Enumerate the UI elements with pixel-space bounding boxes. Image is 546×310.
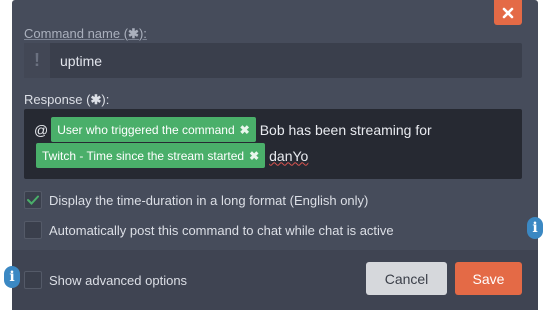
option-label: Automatically post this command to chat … (49, 222, 394, 238)
required-mark: ✱ (90, 92, 102, 107)
cancel-button[interactable]: Cancel (366, 262, 447, 295)
chip-label: Twitch - Time since the stream started (42, 148, 245, 163)
command-name-label: Command name (✱): (24, 26, 147, 41)
advanced-options-checkbox[interactable] (24, 271, 42, 289)
long-format-checkbox[interactable] (24, 191, 42, 209)
remove-chip-icon[interactable]: ✖ (249, 149, 259, 163)
option-label: Show advanced options (49, 272, 188, 288)
chip-label: User who triggered the command (57, 122, 235, 137)
variable-chip-uptime[interactable]: Twitch - Time since the stream started ✖ (36, 143, 266, 168)
response-text: Bob has been streaming for (259, 121, 432, 138)
at-prefix: @ (34, 121, 49, 138)
command-name-value: uptime (60, 52, 103, 69)
response-editor[interactable]: @ User who triggered the command ✖ Bob h… (24, 109, 522, 179)
option-long-format: Display the time-duration in a long form… (24, 191, 368, 209)
required-mark: ✱ (128, 26, 139, 41)
response-line-1: @ User who triggered the command ✖ Bob h… (34, 117, 432, 142)
close-button[interactable] (494, 0, 522, 25)
save-button[interactable]: Save (455, 262, 522, 295)
auto-post-checkbox[interactable] (24, 221, 42, 239)
option-auto-post: Automatically post this command to chat … (24, 221, 394, 239)
response-text: danYo (269, 147, 309, 164)
response-label: Response (✱): (24, 92, 110, 107)
checkmark-icon (27, 195, 39, 205)
remove-chip-icon[interactable]: ✖ (240, 123, 250, 137)
variable-chip-user[interactable]: User who triggered the command ✖ (51, 117, 256, 142)
command-name-field[interactable]: ! uptime (24, 43, 522, 78)
option-advanced: Show advanced options (24, 271, 187, 289)
info-icon[interactable]: i (4, 266, 20, 288)
option-label: Display the time-duration in a long form… (49, 192, 369, 208)
response-line-2: Twitch - Time since the stream started ✖… (36, 143, 308, 168)
exclamation-icon: ! (24, 43, 50, 78)
close-icon (502, 7, 514, 18)
info-icon[interactable]: i (527, 217, 543, 239)
